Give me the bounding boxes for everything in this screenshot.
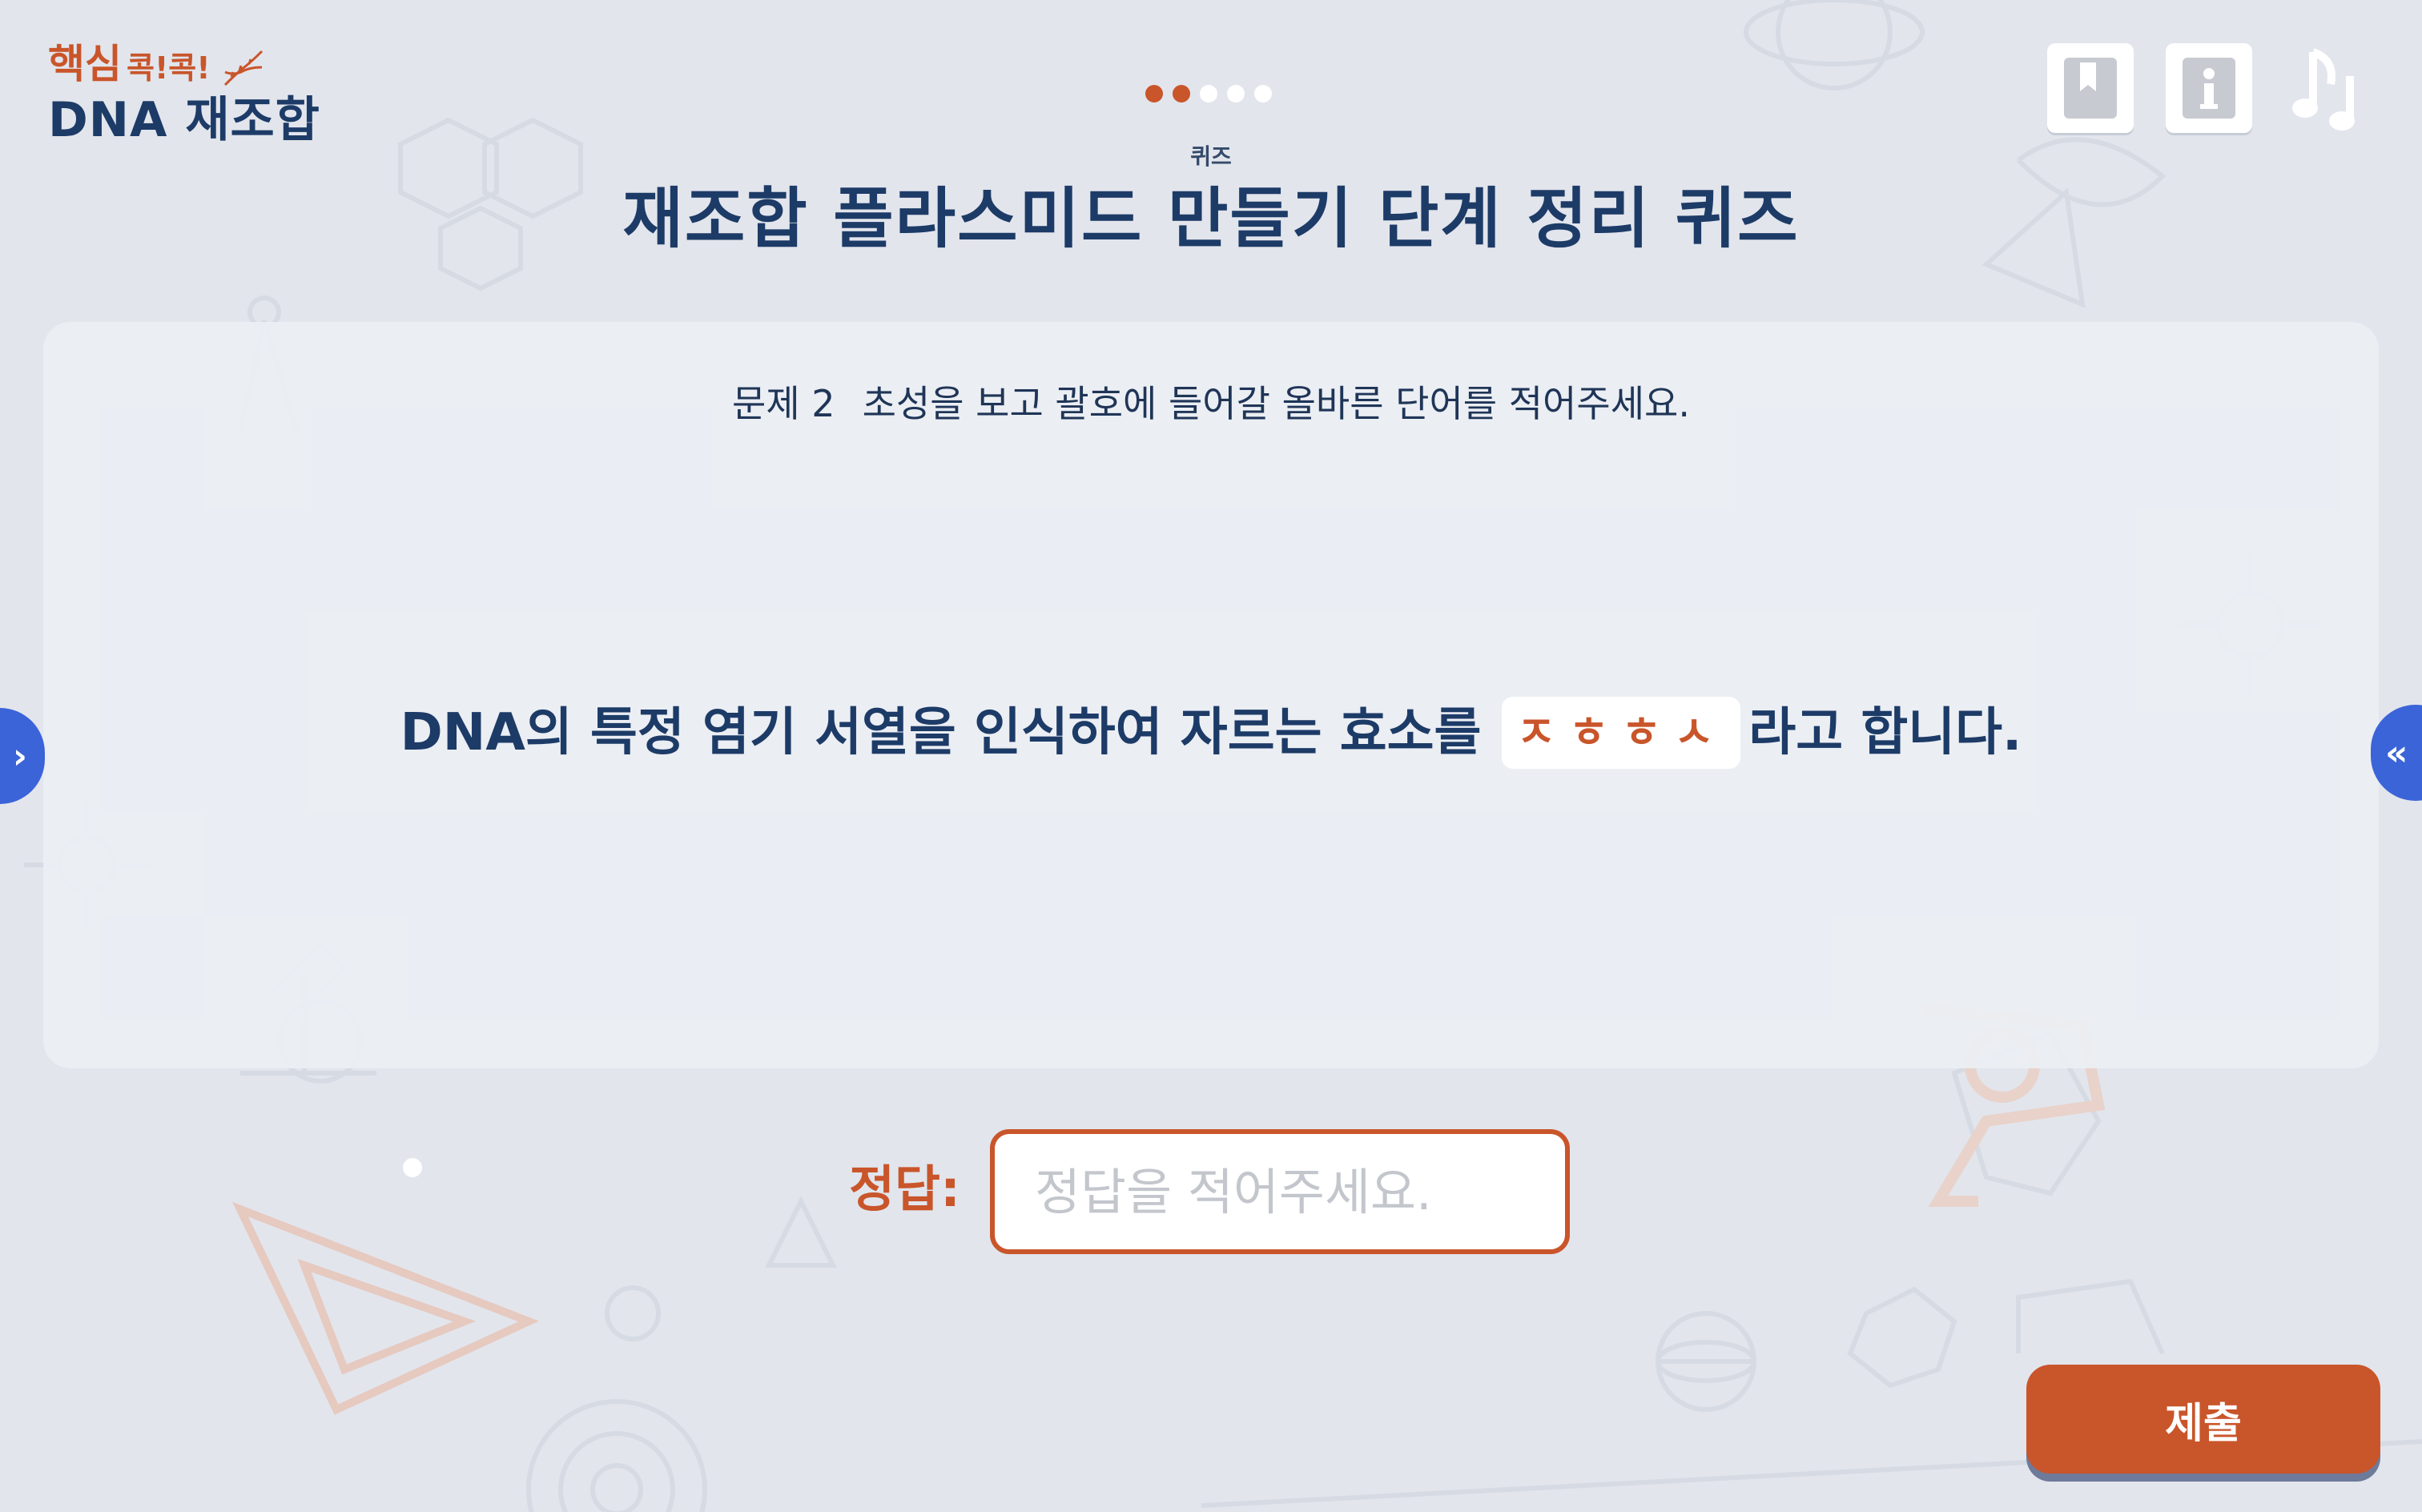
question-panel: 문제 2 초성을 보고 괄호에 들어갈 올바른 단어를 적어주세요. DNA의 특… — [43, 322, 2379, 1068]
progress-dot — [1200, 85, 1217, 103]
progress-dot — [1254, 85, 1272, 103]
initial-consonant-hint: ㅈㅎㅎㅅ — [1502, 697, 1741, 769]
question-text: 초성을 보고 괄호에 들어갈 올바른 단어를 적어주세요. — [862, 382, 1690, 425]
chevron-right-icon: › — [12, 735, 27, 777]
logo-tagline: 핵심 콕!콕! — [48, 40, 320, 88]
music-button[interactable] — [2284, 43, 2374, 133]
page-title: 재조합 플라스미드 만들기 단계 정리 퀴즈 — [622, 181, 1800, 257]
logo-sub-text: 콕!콕! — [127, 50, 211, 86]
progress-dot — [1145, 85, 1163, 103]
double-chevron-left-icon: « — [2385, 732, 2408, 774]
dna-helix-icon — [223, 50, 263, 86]
app-logo: 핵심 콕!콕! DNA 재조합 — [48, 40, 320, 151]
info-button[interactable] — [2166, 43, 2252, 133]
question-instruction: 문제 2 초성을 보고 괄호에 들어갈 올바른 단어를 적어주세요. — [43, 380, 2379, 428]
sentence-after: 라고 합니다. — [1748, 703, 2022, 762]
question-sentence: DNA의 특정 염기 서열을 인식하여 자르는 효소를 ㅈㅎㅎㅅ 라고 합니다. — [43, 697, 2379, 769]
bookmark-icon — [2064, 58, 2117, 119]
progress-dots — [1145, 85, 1272, 103]
bookmark-button[interactable] — [2047, 43, 2134, 133]
info-icon — [2183, 58, 2235, 119]
progress-dot — [1227, 85, 1245, 103]
page-subtitle: 퀴즈 — [1190, 143, 1232, 170]
question-number: 문제 2 — [732, 382, 835, 425]
music-icon — [2292, 48, 2355, 131]
progress-dot — [1173, 85, 1190, 103]
logo-main-text: 핵심 — [48, 41, 122, 87]
answer-input[interactable] — [990, 1129, 1570, 1254]
submit-button[interactable]: 제출 — [2026, 1365, 2380, 1474]
answer-label: 정답: — [849, 1160, 960, 1218]
sentence-before: DNA의 특정 염기 서열을 인식하여 자르는 효소를 — [400, 703, 1482, 762]
top-toolbar — [2047, 43, 2374, 133]
